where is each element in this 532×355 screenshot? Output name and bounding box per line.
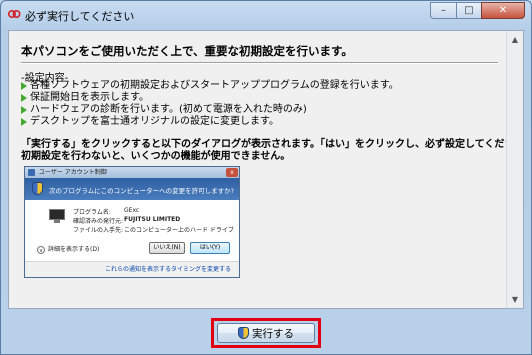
computer-icon: [49, 209, 65, 220]
publisher-row: 確認済みの発行元: FUJITSU LIMITED: [73, 216, 180, 225]
uac-footer-link: これらの通知を表示するタイミングを変更する: [25, 261, 239, 277]
program-name-label: プログラム名:: [73, 209, 111, 216]
uac-question: 次のプログラムにこのコンピューターへの変更を許可しますか?: [49, 187, 235, 195]
uac-body: プログラム名: GExc 確認済みの発行元: FUJITSU LIMITED フ…: [25, 200, 239, 261]
bullet-arrow-icon: [21, 94, 27, 102]
main-window: 必ず実行してください – □ ✕ 本パソコンをご使用いただく上で、重要な初期設定…: [0, 0, 532, 355]
list-item: ハードウェアの診断を行います。(初めて電源を入れた時のみ): [21, 104, 399, 116]
publisher-value: FUJITSU LIMITED: [124, 216, 181, 223]
computer-stand: [54, 220, 60, 223]
list-item: 各種ソフトウェアの初期設定およびスタートアッププログラムの登録を行います。: [21, 80, 399, 92]
page-heading: 本パソコンをご使用いただく上で、重要な初期設定を行います。: [21, 44, 353, 58]
uac-title: ユーザー アカウント制御: [39, 169, 107, 176]
list-item-text: 保証開始日を表示します。: [30, 92, 149, 103]
window-title: 必ず実行してください: [25, 10, 135, 23]
execute-button[interactable]: 実行する: [217, 323, 315, 343]
settings-list: 各種ソフトウェアの初期設定およびスタートアッププログラムの登録を行います。 保証…: [21, 80, 399, 128]
window-controls: – □ ✕: [430, 2, 525, 20]
uac-details-toggle: v 詳細を表示する(D): [37, 244, 99, 254]
list-item-text: デスクトップを富士通オリジナルの設定に変更します。: [30, 116, 279, 127]
uac-header: 次のプログラムにこのコンピューターへの変更を許可しますか?: [25, 178, 239, 200]
app-logo-icon: [7, 9, 21, 19]
divider: [21, 62, 498, 64]
uac-close-icon: x: [226, 168, 238, 177]
uac-details-label: 詳細を表示する(D): [48, 246, 100, 253]
uac-window-icon: [28, 169, 35, 176]
uac-title-bar: ユーザー アカウント制御 x: [25, 167, 239, 178]
title-bar[interactable]: 必ず実行してください – □ ✕: [1, 1, 531, 29]
program-name-row: プログラム名: GExc: [73, 207, 139, 216]
origin-value: このコンピューター上のハード ドライブ: [124, 227, 234, 234]
maximize-button[interactable]: □: [456, 2, 481, 19]
bullet-arrow-icon: [21, 106, 27, 114]
uac-yes-button: はい(Y): [190, 242, 230, 254]
list-item-text: ハードウェアの診断を行います。(初めて電源を入れた時のみ): [30, 104, 307, 115]
minimize-button[interactable]: –: [430, 2, 456, 19]
publisher-label: 確認済みの発行元:: [73, 218, 124, 225]
vertical-scrollbar[interactable]: ▲ ▼: [506, 31, 523, 308]
scroll-area: 本パソコンをご使用いただく上で、重要な初期設定を行います。 -設定内容- 各種ソ…: [9, 31, 523, 308]
list-item: 保証開始日を表示します。: [21, 92, 399, 104]
list-item: デスクトップを富士通オリジナルの設定に変更します。: [21, 116, 399, 128]
scroll-down-icon[interactable]: ▼: [507, 291, 523, 308]
list-item-text: 各種ソフトウェアの初期設定およびスタートアッププログラムの登録を行います。: [30, 80, 399, 91]
chevron-down-icon: v: [37, 245, 45, 254]
bullet-arrow-icon: [21, 82, 27, 90]
content-panel: 本パソコンをご使用いただく上で、重要な初期設定を行います。 -設定内容- 各種ソ…: [8, 30, 524, 309]
scroll-up-icon[interactable]: ▲: [507, 31, 523, 48]
instruction-text: 「実行する」をクリックすると以下のダイアログが表示されます。「はい」をクリックし…: [21, 139, 524, 150]
origin-row: ファイルの入手先: このコンピューター上のハード ドライブ: [73, 225, 234, 234]
execute-button-label: 実行する: [252, 327, 294, 340]
warning-text: 初期設定を行わないと、いくつかの機能が使用できません。: [21, 151, 291, 162]
close-button[interactable]: ✕: [481, 2, 525, 19]
origin-label: ファイルの入手先:: [73, 227, 124, 234]
uac-no-button: いいえ(N): [149, 242, 185, 254]
program-name-value: GExc: [124, 207, 140, 214]
uac-dialog-preview: ユーザー アカウント制御 x 次のプログラムにこのコンピューターへの変更を許可し…: [24, 166, 240, 278]
bullet-arrow-icon: [21, 118, 27, 126]
uac-shield-icon: [32, 182, 43, 195]
shield-icon: [238, 327, 249, 339]
